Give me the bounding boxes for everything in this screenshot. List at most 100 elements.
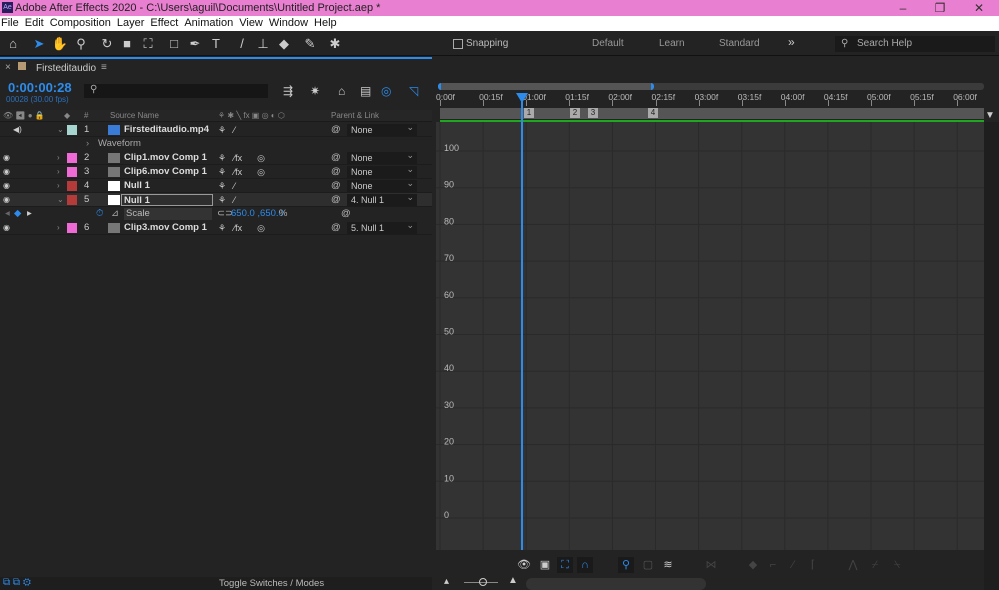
zoom-out-icon[interactable]: ▴ (444, 576, 449, 587)
rectangle-tool-icon[interactable]: □ (165, 35, 183, 52)
menu-animation[interactable]: Animation (184, 16, 233, 31)
layer-marker[interactable]: 2 (570, 108, 580, 118)
label-color-swatch[interactable] (67, 167, 77, 177)
layer-row[interactable]: ◉ › 4 Null 1 ⚘ ⁄ @ None (0, 177, 432, 193)
waveform-label[interactable]: Waveform (98, 137, 141, 151)
label-color-swatch[interactable] (67, 181, 77, 191)
visibility-eye-icon[interactable]: ◉ (3, 179, 13, 193)
parent-pickwhip-icon[interactable]: @ (331, 123, 341, 137)
layer-name[interactable]: Clip3.mov Comp 1 (124, 221, 207, 235)
graph-options-icon[interactable]: ▣ (537, 557, 553, 573)
time-navigator-handle[interactable] (438, 83, 654, 90)
layer-switches[interactable]: ⚘ ⁄fx ◎ (218, 221, 265, 235)
parent-pickwhip-icon[interactable]: @ (331, 179, 341, 193)
menu-view[interactable]: View (239, 16, 263, 31)
more-workspaces-button[interactable]: » (788, 35, 795, 49)
parent-dropdown[interactable]: 5. Null 1 (347, 219, 417, 234)
pen-tool-icon[interactable]: ✒ (186, 35, 204, 52)
type-tool-icon[interactable]: T (207, 35, 225, 52)
zoom-in-icon[interactable]: ▲ (508, 575, 518, 586)
panel-menu-icon[interactable]: ≡ (101, 62, 107, 73)
keyframe-icon[interactable]: ◆ (14, 207, 21, 221)
layer-row[interactable]: ◉ › 2 Clip1.mov Comp 1 ⚘ ⁄fx ◎ @ None (0, 149, 432, 165)
selection-tool-icon[interactable]: ➤ (30, 35, 48, 52)
shy-layers-icon[interactable]: ⌂ (338, 84, 345, 98)
scale-property-name[interactable]: Scale (124, 208, 212, 220)
parent-pickwhip-icon[interactable]: @ (331, 221, 341, 235)
stopwatch-icon[interactable]: ⏱ (96, 207, 103, 221)
visibility-eye-icon[interactable]: ◉ (3, 151, 13, 165)
menu-composition[interactable]: Composition (50, 16, 111, 31)
visibility-eye-icon[interactable]: ◉ (3, 193, 13, 207)
layer-name[interactable]: Clip6.mov Comp 1 (124, 165, 207, 179)
hold-keyframe-icon[interactable]: ◆ (745, 557, 761, 573)
frame-blending-icon[interactable]: ▤ (360, 84, 371, 98)
playhead[interactable] (521, 93, 523, 550)
parent-dropdown[interactable]: 4. Null 1 (347, 191, 417, 206)
zoom-tool-icon[interactable]: ⚲ (72, 35, 90, 52)
graph-toggle-icon[interactable]: ⊿ (111, 207, 119, 221)
audio-icon[interactable]: ◀) (13, 123, 23, 137)
edit-selected-keyframes-icon[interactable]: ⋈ (703, 557, 719, 573)
puppet-pin-icon[interactable]: ✱ (326, 35, 344, 52)
parent-dropdown[interactable]: None (347, 121, 417, 136)
clone-stamp-icon[interactable]: ⊥ (254, 35, 272, 52)
parent-pickwhip-icon[interactable]: @ (331, 151, 341, 165)
hand-tool-icon[interactable]: ✋ (51, 35, 69, 52)
search-help-input[interactable]: ⚲ Search Help (835, 36, 995, 52)
easy-ease-out-icon[interactable]: ⍀ (889, 557, 905, 573)
layer-name[interactable]: Firsteditaudio.mp4 (124, 123, 209, 137)
easy-ease-in-icon[interactable]: ⌿ (867, 557, 883, 573)
layer-switches[interactable]: ⚘ ⁄ (218, 179, 235, 193)
timeline-scrollbar[interactable] (526, 578, 706, 590)
expression-pickwhip-icon[interactable]: @ (341, 207, 351, 221)
zoom-slider-thumb[interactable] (479, 578, 487, 586)
fit-selection-icon[interactable]: ⚲ (618, 557, 634, 573)
menu-window[interactable]: Window (269, 16, 308, 31)
close-button[interactable]: ✕ (964, 0, 994, 16)
layer-marker[interactable]: 4 (648, 108, 658, 118)
snap-icon[interactable]: ∩ (577, 557, 593, 573)
layer-search-input[interactable]: ⚲ (84, 84, 268, 98)
layer-name[interactable]: Clip1.mov Comp 1 (124, 151, 207, 165)
expand-arrow-icon[interactable]: › (86, 137, 89, 151)
close-tab-icon[interactable]: × (5, 62, 11, 73)
expand-arrow-icon[interactable]: ⌄ (57, 123, 64, 137)
workspace-standard[interactable]: Standard (719, 38, 760, 49)
camera-tool-icon[interactable]: ■ (118, 35, 136, 52)
easy-ease-both-icon[interactable]: ⋀ (845, 557, 861, 573)
layer-row[interactable]: ◉ ⌄ 5 Null 1 ⚘ ⁄ @4. Null 1 (0, 191, 432, 207)
layer-switches[interactable]: ⚘ ⁄fx ◎ (218, 165, 265, 179)
render-time-icon[interactable]: ⧉ ⧉ ⚙ (3, 577, 31, 588)
graph-editor-icon[interactable]: ◹ (409, 84, 418, 98)
linear-keyframe-icon[interactable]: ⌐ (765, 557, 781, 573)
workspace-learn[interactable]: Learn (659, 38, 685, 49)
layer-switches[interactable]: ⚘ ⁄ (218, 193, 235, 207)
parent-pickwhip-icon[interactable]: @ (331, 165, 341, 179)
layer-row[interactable]: ◀) ⌄ 1 Firsteditaudio.mp4 ⚘ ⁄ @ None (0, 121, 432, 137)
layer-marker[interactable]: 1 (524, 108, 534, 118)
visibility-eye-icon[interactable]: ◉ (3, 165, 13, 179)
rotate-tool-icon[interactable]: ↻ (98, 35, 116, 52)
menu-effect[interactable]: Effect (150, 16, 178, 31)
scale-value[interactable]: 650.0 ,650.0 (231, 207, 284, 221)
expand-arrow-icon[interactable]: › (57, 179, 60, 193)
menu-help[interactable]: Help (314, 16, 337, 31)
visibility-eye-icon[interactable]: ◉ (3, 221, 13, 235)
layer-row[interactable]: ◉ › 3 Clip6.mov Comp 1 ⚘ ⁄fx ◎ @ None (0, 163, 432, 179)
brush-tool-icon[interactable]: / (233, 35, 251, 52)
comp-marker-bin-icon[interactable]: ▼ (985, 110, 995, 122)
layer-switches[interactable]: ⚘ ⁄fx ◎ (218, 151, 265, 165)
current-timecode[interactable]: 0:00:00:28 (8, 80, 72, 95)
menu-layer[interactable]: Layer (117, 16, 145, 31)
menu-edit[interactable]: Edit (25, 16, 44, 31)
minimize-button[interactable]: – (888, 0, 918, 16)
menu-file[interactable]: File (1, 16, 19, 31)
show-properties-icon[interactable]: 👁 (516, 557, 532, 573)
home-icon[interactable]: ⌂ (4, 35, 22, 52)
layer-switches[interactable]: ⚘ ⁄ (218, 123, 235, 137)
workspace-default[interactable]: Default (592, 38, 624, 49)
transform-box-icon[interactable]: ⛶ (557, 557, 573, 573)
source-name-header[interactable]: Source Name (110, 110, 159, 122)
graph-editor[interactable]: 100 90 80 70 60 50 40 30 20 10 0 (436, 122, 984, 550)
